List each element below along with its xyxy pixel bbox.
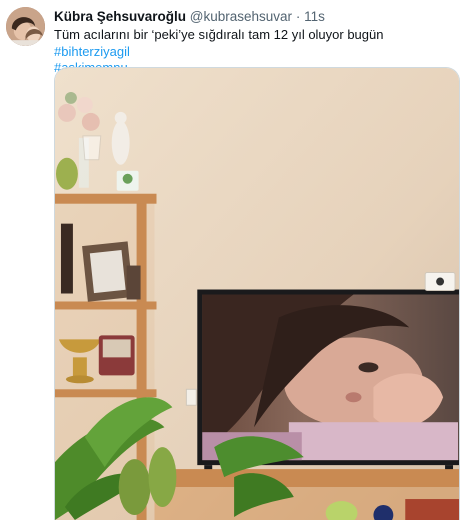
photo-tv-living-room	[55, 68, 459, 520]
tweet-header: Kübra Şehsuvaroğlu @kubrasehsuvar · 11s	[54, 9, 325, 25]
tweet-photo[interactable]	[54, 67, 460, 520]
avatar[interactable]	[6, 7, 45, 46]
avatar-image	[6, 7, 45, 46]
timestamp[interactable]: 11s	[304, 9, 325, 24]
separator-dot: ·	[295, 9, 301, 24]
tweet-body: Tüm acılarını bir ‘peki’ye sığdıralı tam…	[54, 27, 384, 42]
hashtag-bihterziyagil[interactable]: #bihterziyagil	[54, 44, 130, 59]
tweet: Kübra Şehsuvaroğlu @kubrasehsuvar · 11s …	[0, 0, 471, 520]
author-name[interactable]: Kübra Şehsuvaroğlu	[54, 9, 186, 24]
author-handle[interactable]: @kubrasehsuvar	[190, 9, 292, 24]
